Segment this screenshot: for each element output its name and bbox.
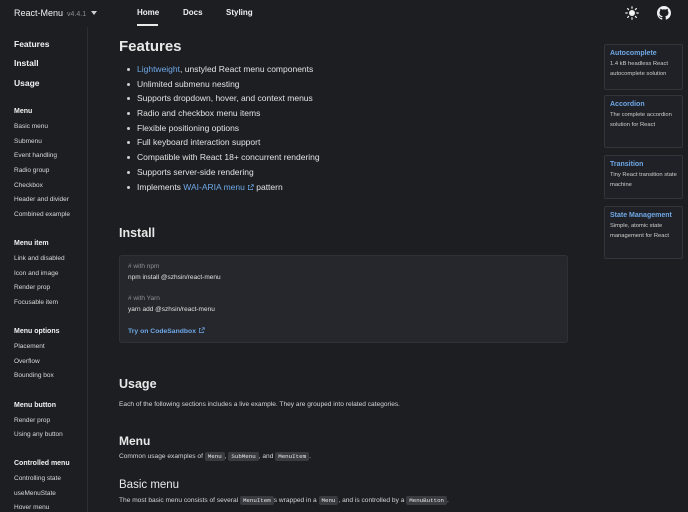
list-item: Supports server-side rendering (127, 165, 320, 180)
main-content: Features Lightweight, unstyled React men… (88, 27, 600, 512)
sidebar-item[interactable]: Icon and image (14, 270, 58, 277)
inline-code: MenuItem (239, 496, 274, 505)
code-line: npm install @szhsin/react-menu (128, 274, 221, 281)
chevron-down-icon (91, 11, 98, 15)
sidebar: Features Install Usage Menu Basic menu S… (0, 27, 88, 512)
codesandbox-link[interactable]: Try on CodeSandbox (128, 327, 205, 335)
card-autocomplete[interactable]: Autocomplete 1.4 kB headless React autoc… (604, 44, 683, 90)
card-state-management[interactable]: State Management Simple, atomic state ma… (604, 206, 683, 259)
sidebar-item[interactable]: Event handling (14, 152, 57, 159)
code-line: yarn add @szhsin/react-menu (128, 306, 215, 313)
sidebar-link-features[interactable]: Features (14, 39, 49, 49)
list-item: Compatible with React 18+ concurrent ren… (127, 150, 320, 165)
inline-code: Menu (204, 452, 225, 461)
basic-menu-heading: Basic menu (119, 479, 180, 491)
sidebar-item[interactable]: Submenu (14, 138, 42, 145)
list-item: Flexible positioning options (127, 121, 320, 136)
lightweight-link[interactable]: Lightweight (137, 64, 180, 74)
sidebar-item[interactable]: Render prop (14, 284, 50, 291)
sidebar-item[interactable]: Checkbox (14, 182, 43, 189)
card-description: The complete accordion solution for Reac… (610, 112, 672, 128)
inline-code: SubMenu (228, 452, 259, 461)
menu-text: Common usage examples of Menu, SubMenu, … (119, 452, 311, 461)
list-item: Unlimited submenu nesting (127, 77, 320, 92)
sidebar-item[interactable]: Header and divider (14, 196, 69, 203)
top-header: React-Menu v4.4.1 Home Docs Styling (0, 0, 688, 27)
nav-home[interactable]: Home (137, 8, 159, 17)
code-comment: # with Yarn (128, 295, 160, 302)
sidebar-item[interactable]: Controlling state (14, 475, 61, 482)
sidebar-item[interactable]: Hover menu (14, 504, 49, 511)
external-link-icon (247, 183, 254, 190)
nav-docs[interactable]: Docs (183, 8, 203, 17)
sidebar-item[interactable]: Overflow (14, 358, 40, 365)
card-description: Tiny React transition state machine (610, 172, 677, 188)
inline-code: MenuItem (275, 452, 310, 461)
version-label: v4.4.1 (67, 11, 87, 18)
card-title: Accordion (610, 101, 645, 108)
list-item: Radio and checkbox menu items (127, 106, 320, 121)
sidebar-item[interactable]: Radio group (14, 167, 49, 174)
sidebar-item[interactable]: Link and disabled (14, 255, 65, 262)
sidebar-item[interactable]: Basic menu (14, 123, 48, 130)
sidebar-item[interactable]: Render prop (14, 417, 50, 424)
install-heading: Install (119, 226, 156, 240)
usage-heading: Usage (119, 377, 157, 391)
card-description: Simple, atomic state management for Reac… (610, 223, 669, 239)
sidebar-group-menu-button: Menu button (14, 402, 56, 409)
brand-name: React-Menu (14, 8, 64, 18)
sidebar-item[interactable]: useMenuState (14, 490, 56, 497)
usage-text: Each of the following sections includes … (119, 401, 401, 408)
install-code-block: # with npm npm install @szhsin/react-men… (119, 255, 568, 343)
features-heading: Features (119, 38, 182, 55)
features-list: Lightweight, unstyled React menu compone… (127, 62, 320, 194)
basic-menu-text: The most basic menu consists of several … (119, 496, 449, 505)
card-title: State Management (610, 212, 672, 219)
inline-code: Menu (318, 496, 339, 505)
github-icon[interactable] (657, 6, 671, 20)
card-accordion[interactable]: Accordion The complete accordion solutio… (604, 95, 683, 148)
wai-aria-link[interactable]: WAI-ARIA menu (183, 182, 254, 192)
list-item: Implements WAI-ARIA menu pattern (127, 180, 320, 195)
sidebar-link-install[interactable]: Install (14, 58, 39, 68)
nav-active-indicator (137, 24, 158, 26)
card-transition[interactable]: Transition Tiny React transition state m… (604, 155, 683, 199)
sidebar-item[interactable]: Combined example (14, 211, 70, 218)
list-item: Supports dropdown, hover, and context me… (127, 91, 320, 106)
card-title: Transition (610, 161, 644, 168)
list-item: Lightweight, unstyled React menu compone… (127, 62, 320, 77)
sidebar-group-menu-item: Menu item (14, 240, 49, 247)
external-link-icon (199, 327, 205, 333)
sun-icon[interactable] (625, 6, 639, 20)
sidebar-group-menu-options: Menu options (14, 328, 60, 335)
nav-styling[interactable]: Styling (226, 8, 253, 17)
sidebar-group-menu: Menu (14, 108, 33, 115)
code-comment: # with npm (128, 263, 160, 270)
sidebar-item[interactable]: Focusable item (14, 299, 58, 306)
sidebar-group-controlled-menu: Controlled menu (14, 460, 70, 467)
card-title: Autocomplete (610, 50, 657, 57)
card-description: 1.4 kB headless React autocomplete solut… (610, 61, 669, 77)
inline-code: MenuButton (406, 496, 448, 505)
brand-menu[interactable]: React-Menu v4.4.1 (14, 8, 98, 18)
sidebar-link-usage[interactable]: Usage (14, 78, 40, 88)
list-item: Full keyboard interaction support (127, 135, 320, 150)
sidebar-item[interactable]: Bounding box (14, 372, 54, 379)
sidebar-item[interactable]: Placement (14, 343, 45, 350)
menu-heading: Menu (119, 434, 151, 448)
sidebar-item[interactable]: Using any button (14, 431, 63, 438)
